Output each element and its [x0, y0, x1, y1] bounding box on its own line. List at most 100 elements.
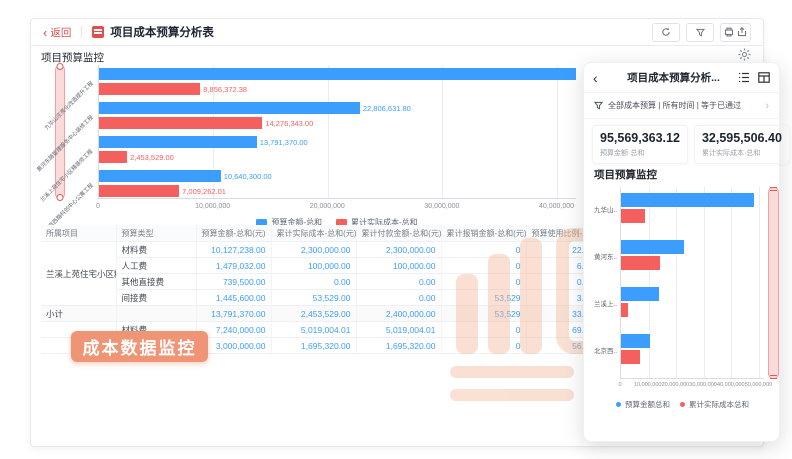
legend-label: 累计实际成本总和 [689, 399, 749, 410]
bar-value-label: 14,276,343.00 [265, 119, 313, 128]
actual-cost-bar[interactable] [621, 303, 628, 317]
column-header: 累计报销金额-总和(元) [441, 225, 526, 242]
gear-icon [738, 48, 751, 61]
x-tick-label: 50,000,000 [745, 382, 773, 388]
mobile-back-icon[interactable]: ‹ [593, 71, 598, 85]
back-chevron-icon: ‹ [43, 26, 47, 39]
actual-cell: 2,453,529.00 [271, 306, 356, 322]
table-view-icon[interactable] [758, 72, 770, 83]
type-cell: 其他直接费 [116, 274, 196, 290]
legend-swatch [616, 402, 621, 407]
category-label: 九华山.. [594, 204, 617, 214]
budget-bar[interactable] [99, 170, 221, 182]
actual-cost-bar[interactable] [99, 117, 262, 129]
actual-cell: 5,019,004.01 [271, 322, 356, 338]
bar-group [621, 193, 764, 223]
actual-cost-bar[interactable] [99, 83, 200, 95]
type-cell: 人工费 [116, 258, 196, 274]
export-icon [737, 27, 747, 37]
x-tick-label: 30,000,000 [424, 203, 459, 210]
stat-value: 95,569,363.12 [600, 131, 680, 145]
mobile-filter-bar[interactable]: 全部成本预算 | 所有时间 | 等于已通过 › [584, 93, 779, 119]
actual-cost-bar[interactable] [621, 350, 640, 364]
x-tick-label: 10,000,000 [634, 382, 662, 388]
x-axis: 010,000,00020,000,00030,000,00040,000,00… [98, 203, 576, 213]
category-axis: 九华山..黄河东..兰溪上..北京西.. [592, 187, 619, 379]
column-header: 预算金额-总和(元) [196, 225, 271, 242]
table-row[interactable]: 其他直接费739,500.000.000.0000.00% [41, 274, 606, 290]
budget-bar-chart: 九华山庄亮化改造提升工程黄河东路管理服务中心装修工程兰溪上苑住宅小区精装修工程北… [31, 63, 616, 223]
actual-cost-bar[interactable] [99, 151, 127, 163]
export-button[interactable] [720, 23, 751, 42]
budget-bar[interactable] [621, 193, 754, 207]
stat-label: 累计实际成本·总和 [702, 148, 782, 158]
stat-value: 32,595,506.40 [702, 131, 782, 145]
refresh-button[interactable] [652, 23, 680, 42]
bar-group: 10,640,300.00 7,009,262.01 [99, 170, 576, 197]
table-row-subtotal[interactable]: 小计13,791,370.002,453,529.002,400,000.005… [41, 306, 606, 322]
bar-row: 13,791,370.00 [99, 136, 576, 148]
chart-datazoom-slider[interactable] [768, 187, 779, 379]
back-label: 返回 [50, 25, 71, 40]
bar-row [99, 68, 576, 80]
category-axis: 九华山庄亮化改造提升工程黄河东路管理服务中心装修工程兰溪上苑住宅小区精装修工程北… [31, 65, 95, 199]
budget-bar[interactable] [621, 334, 650, 348]
bar-row: 2,453,529.00 [99, 151, 576, 163]
budget-bar[interactable] [621, 287, 659, 301]
stat-budget-total[interactable]: 95,569,363.12 预算金额·总和 [592, 125, 688, 164]
bar-row [621, 350, 764, 364]
actual-cell: 100,000.00 [271, 258, 356, 274]
category-label: 黄河东路管理服务中心装修工程 [35, 113, 95, 173]
actual-cell: 1,695,320.00 [271, 338, 356, 354]
filter-button[interactable] [686, 23, 714, 42]
actual-cell: 2,300,000.00 [271, 242, 356, 258]
budget-bar[interactable] [99, 136, 257, 148]
payment-cell: 2,400,000.00 [356, 306, 441, 322]
mobile-header-actions [738, 72, 770, 83]
back-button[interactable]: ‹ 返回 [43, 25, 71, 40]
reimburse-cell: 0 [441, 274, 526, 290]
table-row[interactable]: 间接费1,445,600.0053,529.000.0053,5293.70% [41, 290, 606, 306]
report-doc-icon [92, 26, 104, 38]
x-tick-label: 10,000,000 [195, 203, 230, 210]
bar-group: 8,856,372.38 [99, 68, 576, 95]
mobile-header: ‹ 项目成本预算分析... [584, 63, 779, 93]
reimburse-cell: 0 [441, 242, 526, 258]
actual-cost-bar[interactable] [621, 256, 660, 270]
budget-bar[interactable] [621, 240, 684, 254]
filter-summary: 全部成本预算 | 所有时间 | 等于已通过 [608, 100, 760, 111]
bar-group [621, 334, 764, 364]
toolbar-actions [652, 23, 751, 42]
chart-plot-area [620, 187, 764, 379]
reimburse-cell: 0 [441, 258, 526, 274]
chart-settings-button[interactable] [736, 46, 752, 62]
budget-cell: 10,127,238.00 [196, 242, 271, 258]
category-label: 兰溪上.. [594, 298, 617, 308]
actual-cost-bar[interactable] [621, 209, 645, 223]
project-cell: 小计 [41, 306, 116, 322]
budget-bar[interactable] [99, 68, 576, 80]
budget-bar[interactable] [99, 102, 360, 114]
bar-value-label: 8,856,372.38 [203, 85, 247, 94]
stat-actual-total[interactable]: 32,595,506.40 累计实际成本·总和 [694, 125, 790, 164]
funnel-icon [594, 101, 603, 110]
page-title: 项目成本预算分析表 [110, 24, 214, 40]
x-tick-label: 40,000,000 [717, 382, 745, 388]
table-row[interactable]: 兰溪上苑住宅小区精装修第...材料费10,127,238.002,300,000… [41, 242, 606, 258]
bar-value-label: 7,009,262.01 [182, 187, 226, 196]
bar-value-label: 13,791,370.00 [260, 138, 308, 147]
legend-item[interactable]: 预算金额总和 [616, 399, 670, 410]
bar-value-label: 10,640,300.00 [224, 172, 272, 181]
legend-item[interactable]: 累计实际成本总和 [680, 399, 749, 410]
table-row[interactable]: 人工费1,479,032.00100,000.00100,000.0006.76… [41, 258, 606, 274]
actual-cost-bar[interactable] [99, 185, 179, 197]
bar-group [621, 240, 764, 270]
slider-handle-top[interactable] [770, 187, 777, 191]
bar-row: 8,856,372.38 [99, 83, 576, 95]
slider-handle-bottom[interactable] [770, 375, 777, 379]
bar-row [621, 334, 764, 348]
stat-label: 预算金额·总和 [600, 148, 680, 158]
chart-list-icon[interactable] [738, 72, 750, 83]
bar-group: 22,806,631.8014,276,343.00 [99, 102, 576, 129]
stats-row: 95,569,363.12 预算金额·总和 32,595,506.40 累计实际… [592, 125, 771, 164]
